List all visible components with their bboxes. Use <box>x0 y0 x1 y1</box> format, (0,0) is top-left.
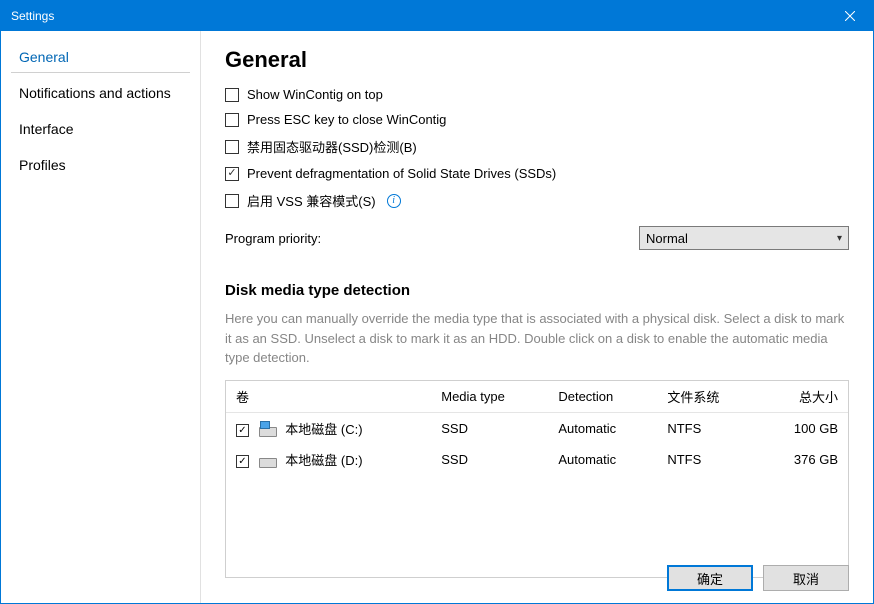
table-row[interactable]: 本地磁盘 (C:) SSD Automatic NTFS 100 GB <box>226 412 848 444</box>
disk-section-desc: Here you can manually override the media… <box>225 309 849 368</box>
button-label: 取消 <box>793 569 819 588</box>
cell-size: 376 GB <box>758 444 848 475</box>
checkbox-prevent-ssd-defrag[interactable] <box>225 167 239 181</box>
col-filesystem[interactable]: 文件系统 <box>657 381 758 413</box>
main-panel: General Show WinContig on top Press ESC … <box>201 31 873 603</box>
sidebar: General Notifications and actions Interf… <box>1 31 201 603</box>
priority-label: Program priority: <box>225 231 321 246</box>
titlebar-left: Settings <box>11 9 54 23</box>
cell-media-type: SSD <box>431 444 548 475</box>
checkbox-row-vss-compat: 启用 VSS 兼容模式(S) i <box>225 191 849 210</box>
checkbox-row-esc-close: Press ESC key to close WinContig <box>225 112 849 127</box>
checkbox-label: 启用 VSS 兼容模式(S) <box>247 191 376 210</box>
table-header-row: 卷 Media type Detection 文件系统 总大小 <box>226 381 848 413</box>
volume-name: 本地磁盘 (C:) <box>285 422 362 437</box>
checkbox-show-on-top[interactable] <box>225 88 239 102</box>
cell-volume: 本地磁盘 (C:) <box>226 412 431 444</box>
sidebar-item-label: Interface <box>19 121 73 137</box>
drive-icon <box>259 423 277 437</box>
close-button[interactable] <box>827 1 873 31</box>
sidebar-item-interface[interactable]: Interface <box>1 111 200 147</box>
window-body: General Notifications and actions Interf… <box>1 31 873 603</box>
priority-select[interactable]: Normal ▾ <box>639 226 849 250</box>
ok-button[interactable]: 确定 <box>667 565 753 591</box>
page-title: General <box>225 47 849 73</box>
col-detection[interactable]: Detection <box>548 381 657 413</box>
footer-buttons: 确定 取消 <box>667 565 849 591</box>
sidebar-item-profiles[interactable]: Profiles <box>1 147 200 183</box>
sidebar-item-label: General <box>19 49 69 65</box>
sidebar-item-general[interactable]: General <box>1 39 200 75</box>
checkbox-vss-compat[interactable] <box>225 194 239 208</box>
volume-name: 本地磁盘 (D:) <box>285 453 362 468</box>
cell-detection: Automatic <box>548 412 657 444</box>
window-title: Settings <box>11 9 54 23</box>
checkbox-label: Show WinContig on top <box>247 87 383 102</box>
titlebar[interactable]: Settings <box>1 1 873 31</box>
checkbox-row-show-on-top: Show WinContig on top <box>225 87 849 102</box>
table-empty-area <box>226 475 848 577</box>
cell-size: 100 GB <box>758 412 848 444</box>
checkbox-row-disable-ssd-detect: 禁用固态驱动器(SSD)检测(B) <box>225 137 849 156</box>
row-checkbox[interactable] <box>236 455 249 468</box>
cell-detection: Automatic <box>548 444 657 475</box>
disk-table-wrap: 卷 Media type Detection 文件系统 总大小 <box>225 380 849 578</box>
priority-value: Normal <box>646 231 837 246</box>
sidebar-item-label: Profiles <box>19 157 66 173</box>
col-volume[interactable]: 卷 <box>226 381 431 413</box>
cell-media-type: SSD <box>431 412 548 444</box>
checkbox-row-prevent-ssd-defrag: Prevent defragmentation of Solid State D… <box>225 166 849 181</box>
settings-window: Settings General Notifications and actio… <box>0 0 874 604</box>
chevron-down-icon: ▾ <box>837 233 842 244</box>
row-checkbox[interactable] <box>236 424 249 437</box>
info-icon[interactable]: i <box>387 194 401 208</box>
col-size[interactable]: 总大小 <box>758 381 848 413</box>
checkbox-label: 禁用固态驱动器(SSD)检测(B) <box>247 137 417 156</box>
cell-filesystem: NTFS <box>657 444 758 475</box>
col-media-type[interactable]: Media type <box>431 381 548 413</box>
table-row[interactable]: 本地磁盘 (D:) SSD Automatic NTFS 376 GB <box>226 444 848 475</box>
cell-filesystem: NTFS <box>657 412 758 444</box>
sidebar-item-notifications[interactable]: Notifications and actions <box>1 75 200 111</box>
cell-volume: 本地磁盘 (D:) <box>226 444 431 475</box>
priority-row: Program priority: Normal ▾ <box>225 226 849 250</box>
sidebar-item-label: Notifications and actions <box>19 85 171 101</box>
checkbox-esc-close[interactable] <box>225 113 239 127</box>
checkbox-label: Prevent defragmentation of Solid State D… <box>247 166 556 181</box>
disk-table: 卷 Media type Detection 文件系统 总大小 <box>226 381 848 475</box>
drive-icon <box>259 454 277 468</box>
checkbox-label: Press ESC key to close WinContig <box>247 112 446 127</box>
cancel-button[interactable]: 取消 <box>763 565 849 591</box>
disk-section-heading: Disk media type detection <box>225 282 849 299</box>
close-icon <box>845 11 855 21</box>
button-label: 确定 <box>697 569 723 588</box>
checkbox-disable-ssd-detect[interactable] <box>225 140 239 154</box>
